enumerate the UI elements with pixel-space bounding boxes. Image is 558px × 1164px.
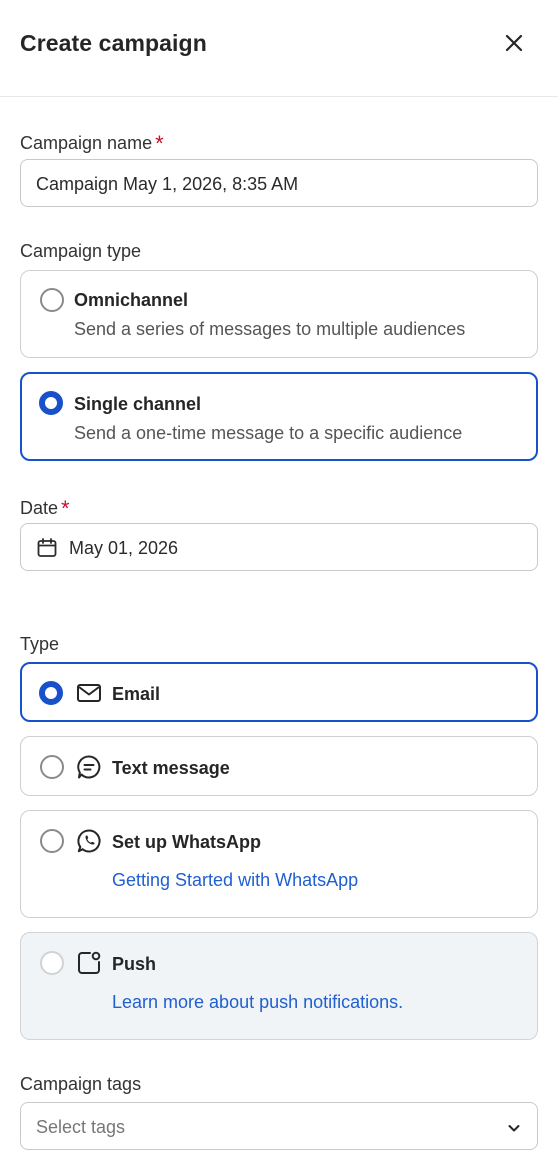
required-indicator: * (155, 131, 164, 156)
whatsapp-getting-started-link[interactable]: Getting Started with WhatsApp (112, 870, 358, 891)
campaign-name-input[interactable]: Campaign May 1, 2026, 8:35 AM (20, 159, 538, 207)
single-channel-title: Single channel (74, 394, 202, 414)
campaign-tags-placeholder: Select tags (36, 1117, 126, 1137)
whatsapp-icon (77, 829, 101, 853)
date-picker-input[interactable]: May 01, 2026 (20, 523, 538, 571)
whatsapp-title: Set up WhatsApp (112, 832, 261, 852)
text-message-radio[interactable] (40, 755, 64, 779)
push-learn-more-link[interactable]: Learn more about push notifications. (112, 992, 403, 1013)
panel-header: Create campaign (0, 0, 558, 97)
whatsapp-radio[interactable] (40, 829, 64, 853)
omnichannel-description: Send a series of messages to multiple au… (74, 319, 466, 339)
type-label: Type (20, 634, 60, 654)
omnichannel-radio[interactable] (40, 288, 64, 312)
campaign-type-single-channel[interactable]: Single channel Send a one-time message t… (20, 372, 538, 461)
date-label: Date * (20, 496, 70, 521)
type-push[interactable]: Push Learn more about push notifications… (20, 932, 538, 1040)
email-title: Email (112, 684, 161, 704)
text-message-title: Text message (112, 758, 230, 778)
chat-bubble-icon (77, 755, 101, 779)
push-notification-icon (78, 951, 101, 974)
close-button[interactable] (498, 27, 530, 59)
date-value: May 01, 2026 (69, 538, 179, 558)
calendar-icon (37, 538, 57, 557)
campaign-type-label: Campaign type (20, 241, 142, 261)
panel-title: Create campaign (20, 30, 207, 56)
campaign-tags-select[interactable]: Select tags (20, 1102, 538, 1150)
chevron-down-icon (508, 1125, 520, 1132)
close-icon (505, 34, 523, 52)
campaign-name-value: Campaign May 1, 2026, 8:35 AM (36, 174, 299, 194)
campaign-type-omnichannel[interactable]: Omnichannel Send a series of messages to… (20, 270, 538, 358)
push-title: Push (112, 954, 157, 974)
type-email[interactable]: Email (20, 662, 538, 722)
single-channel-description: Send a one-time message to a specific au… (74, 423, 463, 443)
campaign-tags-label: Campaign tags (20, 1074, 142, 1094)
push-radio[interactable] (40, 951, 64, 975)
type-text-message[interactable]: Text message (20, 736, 538, 796)
email-radio[interactable] (39, 681, 63, 705)
envelope-icon (77, 684, 101, 702)
required-indicator: * (61, 496, 70, 521)
campaign-name-label: Campaign name * (20, 131, 164, 156)
single-channel-radio[interactable] (39, 391, 63, 415)
type-whatsapp[interactable]: Set up WhatsApp Getting Started with Wha… (20, 810, 538, 918)
omnichannel-title: Omnichannel (74, 290, 189, 310)
